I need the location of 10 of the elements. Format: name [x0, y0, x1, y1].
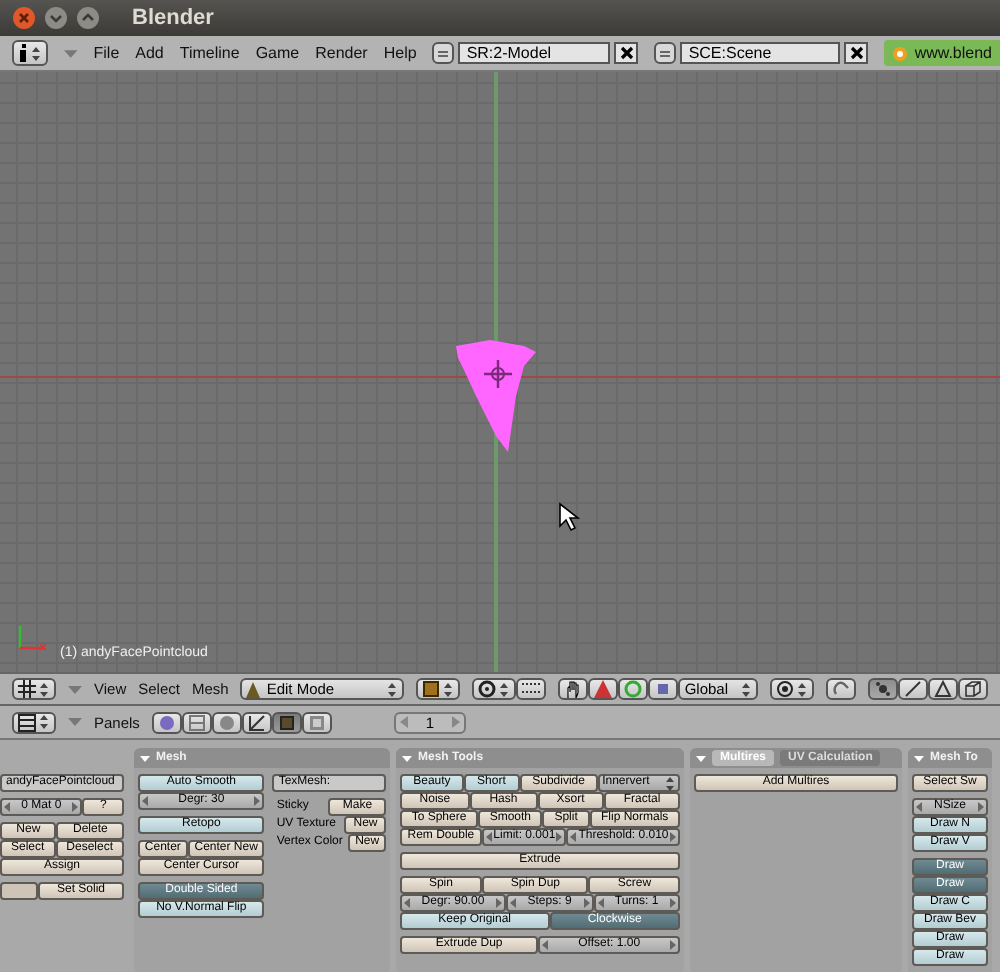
menu-item[interactable]: Game — [255, 44, 300, 62]
menu-item[interactable]: Add — [135, 44, 164, 62]
window-title: Blender — [132, 6, 214, 30]
status-label: www.blend — [884, 40, 1000, 66]
menu-item[interactable]: Render — [315, 44, 368, 62]
scene-name-field[interactable]: SCE:Scene — [680, 42, 841, 64]
menu-item[interactable]: File — [93, 44, 120, 62]
menu-item[interactable]: Timeline — [179, 44, 240, 62]
menu-item[interactable]: Help — [383, 44, 417, 62]
screen-name-field[interactable]: SR:2-Model — [458, 42, 611, 64]
